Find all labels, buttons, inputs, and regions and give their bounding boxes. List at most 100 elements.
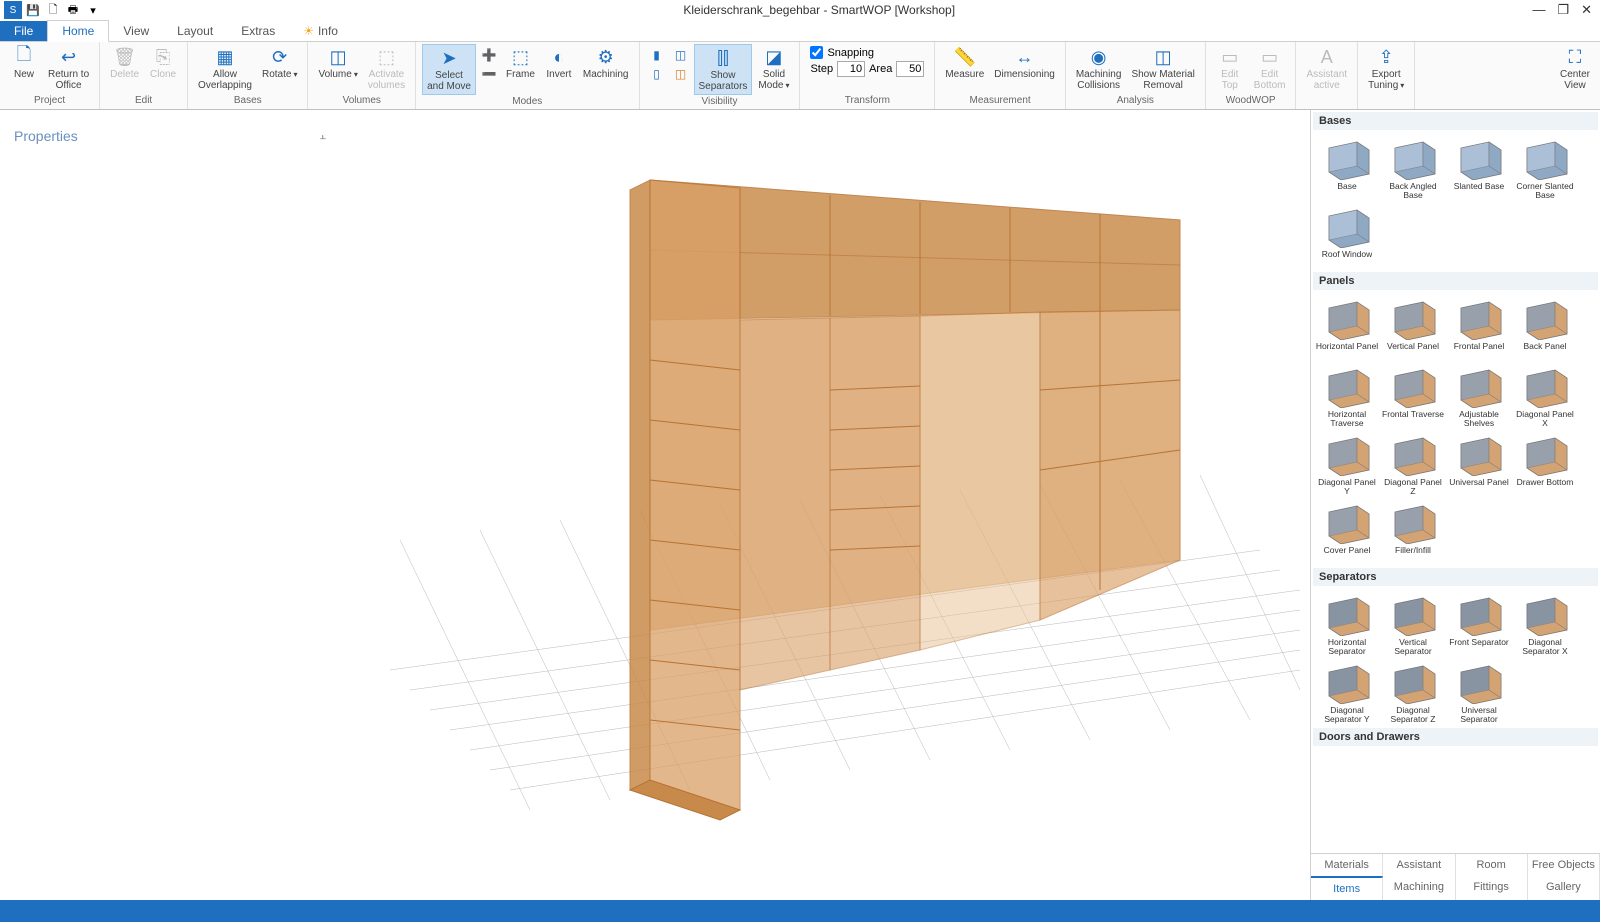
app-icon[interactable]: S [4,1,22,19]
palette-item[interactable]: Diagonal Separator Y [1315,658,1379,724]
machining-button[interactable]: ⚙Machining [579,44,633,82]
snapping-checkbox[interactable] [810,46,823,59]
ptab-machining[interactable]: Machining [1383,876,1455,900]
palette-item[interactable]: Horizontal Separator [1315,590,1379,656]
palette-item[interactable]: Universal Panel [1447,430,1511,496]
activate-volumes-button[interactable]: ⬚Activate volumes [364,44,409,93]
save-icon[interactable]: 💾 [24,1,42,19]
pin-icon[interactable]: ⫠ [319,130,326,143]
show-separators-button[interactable]: ⫿⫿Show Separators [694,44,753,95]
measure-button[interactable]: 📏Measure [941,44,988,82]
tab-extras[interactable]: Extras [227,21,289,41]
assistant-button[interactable]: AAssistant active [1302,44,1351,93]
plus-icon[interactable]: ➕ [480,46,498,64]
tab-view[interactable]: View [109,21,163,41]
palette-item[interactable]: Adjustable Shelves [1447,362,1511,428]
file-tab[interactable]: File [0,21,47,41]
section-bases[interactable]: Bases [1313,112,1598,130]
solid-mode-button[interactable]: ◪Solid Mode [754,44,793,93]
ptab-fittings[interactable]: Fittings [1456,876,1528,900]
frame-button[interactable]: ⬚Frame [502,44,539,82]
palette-item[interactable]: Diagonal Separator Z [1381,658,1445,724]
clone-button[interactable]: ⎘Clone [145,44,181,82]
palette-item[interactable]: Diagonal Panel Z [1381,430,1445,496]
menu-tabs: File Home View Layout Extras ☀Info [0,20,1600,42]
volume-button[interactable]: ◫Volume [314,44,361,82]
new-icon[interactable]: 🗋 [44,1,62,19]
palette-item[interactable]: Diagonal Panel X [1513,362,1577,428]
overlap-button[interactable]: ▦Allow Overlapping [194,44,256,93]
palette-item[interactable]: Cover Panel [1315,498,1379,564]
step-input[interactable] [837,61,865,77]
invert-icon: ◐ [548,46,570,68]
maximize-button[interactable]: ❐ [1557,2,1569,18]
close-button[interactable]: ✕ [1581,2,1592,18]
material-removal-button[interactable]: ◫Show Material Removal [1127,44,1198,93]
center-view-button[interactable]: ⛶Center View [1556,44,1594,93]
palette-item[interactable]: Horizontal Traverse [1315,362,1379,428]
vis-icon-2[interactable]: ▯ [648,65,666,83]
export-tuning-button[interactable]: ⇪Export Tuning [1364,44,1408,93]
minimize-button[interactable]: — [1532,2,1545,18]
tab-info[interactable]: ☀Info [289,21,352,41]
delete-button[interactable]: 🗑Delete [106,44,143,82]
palette-item[interactable]: Drawer Bottom [1513,430,1577,496]
cursor-icon: ➤ [438,47,460,69]
section-doors[interactable]: Doors and Drawers [1313,728,1598,746]
vis-icon-4[interactable]: ◫ [672,65,690,83]
collisions-button[interactable]: ◉Machining Collisions [1072,44,1126,93]
palette-item-label: Diagonal Panel Z [1381,478,1445,496]
section-panels[interactable]: Panels [1313,272,1598,290]
palette-item[interactable]: Vertical Separator [1381,590,1445,656]
palette-item[interactable]: Front Separator [1447,590,1511,656]
qat-dropdown-icon[interactable]: ▾ [84,1,102,19]
palette-item[interactable]: Back Panel [1513,294,1577,360]
group-modes: ➤Select and Move ➕ ➖ ⬚Frame ◐Invert ⚙Mac… [416,42,639,109]
ptab-room[interactable]: Room [1456,854,1528,876]
ribbon: 🗋New ↩Return to Office Project 🗑Delete ⎘… [0,42,1600,110]
area-input[interactable] [896,61,924,77]
palette-item[interactable]: Diagonal Separator X [1513,590,1577,656]
ptab-items[interactable]: Items [1311,876,1383,900]
palette-item[interactable]: Vertical Panel [1381,294,1445,360]
rotate-button[interactable]: ⟳Rotate [258,44,301,82]
new-button[interactable]: 🗋New [6,44,42,82]
vis-icon-3[interactable]: ◫ [672,46,690,64]
palette-item[interactable]: Diagonal Panel Y [1315,430,1379,496]
edit-top-button[interactable]: ▭Edit Top [1212,44,1248,93]
palette-item-label: Diagonal Separator Z [1381,706,1445,724]
return-office-button[interactable]: ↩Return to Office [44,44,93,93]
palette-item[interactable]: Universal Separator [1447,658,1511,724]
properties-panel: Properties ⫠ [0,110,340,900]
viewport-3d[interactable] [340,110,1310,900]
edit-bottom-button[interactable]: ▭Edit Bottom [1250,44,1290,93]
export-icon: ⇪ [1375,46,1397,68]
palette-scroll[interactable]: Bases Base Back Angled Base Slanted Base… [1311,110,1600,853]
group-assistant: AAssistant active [1296,42,1358,109]
palette-item[interactable]: Filler/Infill [1381,498,1445,564]
palette-item[interactable]: Base [1315,134,1379,200]
group-export: ⇪Export Tuning [1358,42,1415,109]
select-move-button[interactable]: ➤Select and Move [422,44,476,95]
ptab-materials[interactable]: Materials [1311,854,1383,876]
palette-item-label: Front Separator [1449,638,1509,656]
invert-button[interactable]: ◐Invert [541,44,577,82]
vis-icon-1[interactable]: ▮ [648,46,666,64]
palette-item[interactable]: Slanted Base [1447,134,1511,200]
print-icon[interactable]: 🖶 [64,1,82,19]
palette-item[interactable]: Corner Slanted Base [1513,134,1577,200]
palette-item[interactable]: Roof Window [1315,202,1379,268]
palette-item[interactable]: Horizontal Panel [1315,294,1379,360]
ptab-assistant[interactable]: Assistant [1383,854,1455,876]
dimensioning-button[interactable]: ↔Dimensioning [990,44,1059,82]
palette-item[interactable]: Back Angled Base [1381,134,1445,200]
separators-grid: Horizontal Separator Vertical Separator … [1313,586,1598,728]
palette-item[interactable]: Frontal Panel [1447,294,1511,360]
ptab-gallery[interactable]: Gallery [1528,876,1600,900]
palette-item[interactable]: Frontal Traverse [1381,362,1445,428]
tab-home[interactable]: Home [47,20,109,42]
minus-icon[interactable]: ➖ [480,65,498,83]
ptab-free-objects[interactable]: Free Objects [1528,854,1600,876]
tab-layout[interactable]: Layout [163,21,227,41]
section-separators[interactable]: Separators [1313,568,1598,586]
